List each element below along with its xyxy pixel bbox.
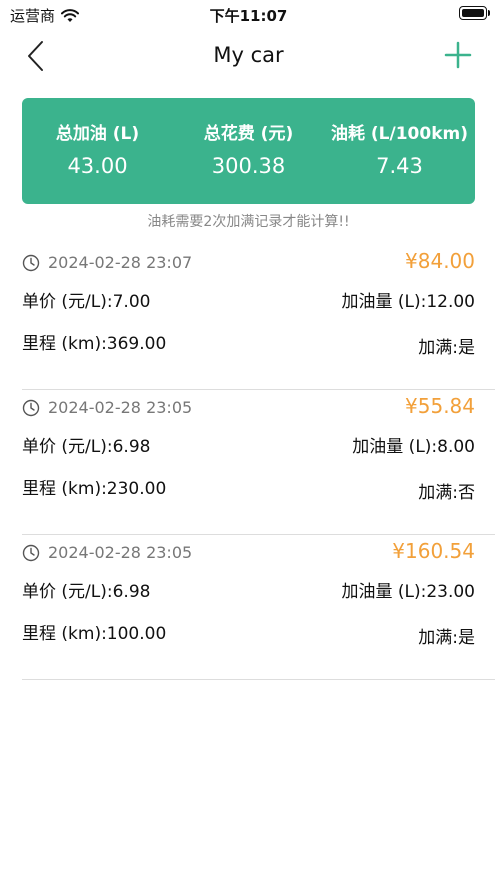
- clock-icon: [22, 399, 40, 416]
- list-item[interactable]: 2024-02-28 23:05 ¥55.84 单价 (元/L):6.98 加油…: [22, 390, 495, 535]
- summary-total-cost: 总花费 (元) 300.38: [173, 98, 324, 204]
- record-fuel-amount: 加油量 (L):8.00: [352, 437, 475, 457]
- summary-consumption: 油耗 (L/100km) 7.43: [324, 98, 475, 204]
- record-mileage: 里程 (km):100.00: [22, 624, 167, 644]
- record-unit-price: 单价 (元/L):6.98: [22, 437, 151, 457]
- record-unit-price: 单价 (元/L):7.00: [22, 292, 151, 312]
- summary-value: 300.38: [211, 154, 286, 178]
- clock-icon: [22, 254, 40, 271]
- summary-value: 43.00: [67, 154, 128, 178]
- record-fuel-amount: 加油量 (L):12.00: [341, 292, 475, 312]
- record-time: 2024-02-28 23:07: [48, 253, 193, 272]
- record-price: ¥84.00: [405, 249, 475, 273]
- summary-label: 总花费 (元): [203, 124, 294, 144]
- record-full-tank: 加满:否: [418, 483, 475, 503]
- summary-total-fuel: 总加油 (L) 43.00: [22, 98, 173, 204]
- divider: [22, 679, 495, 680]
- list-item[interactable]: 2024-02-28 23:07 ¥84.00 单价 (元/L):7.00 加油…: [22, 245, 495, 390]
- record-time: 2024-02-28 23:05: [48, 543, 193, 562]
- summary-value: 7.43: [376, 154, 423, 178]
- clock-icon: [22, 544, 40, 561]
- battery-icon: [459, 6, 490, 20]
- record-full-tank: 加满:是: [418, 338, 475, 358]
- record-mileage: 里程 (km):230.00: [22, 479, 167, 499]
- consumption-hint: 油耗需要2次加满记录才能计算!!: [147, 214, 350, 230]
- record-price: ¥160.54: [392, 539, 475, 563]
- add-record-button[interactable]: [443, 40, 473, 70]
- list-item[interactable]: 2024-02-28 23:05 ¥160.54 单价 (元/L):6.98 加…: [22, 535, 495, 680]
- page-title: My car: [213, 43, 284, 67]
- status-bar: 运营商 下午11:07: [0, 0, 497, 28]
- summary-label: 油耗 (L/100km): [330, 124, 468, 144]
- navigation-bar: My car: [0, 30, 497, 82]
- record-unit-price: 单价 (元/L):6.98: [22, 582, 151, 602]
- summary-card: 总加油 (L) 43.00 总花费 (元) 300.38 油耗 (L/100km…: [22, 98, 475, 204]
- record-time: 2024-02-28 23:05: [48, 398, 193, 417]
- status-time: 下午11:07: [209, 7, 288, 25]
- summary-label: 总加油 (L): [55, 124, 140, 144]
- record-price: ¥55.84: [405, 394, 475, 418]
- record-fuel-amount: 加油量 (L):23.00: [341, 582, 475, 602]
- plus-icon: [444, 41, 472, 69]
- record-full-tank: 加满:是: [418, 628, 475, 648]
- record-mileage: 里程 (km):369.00: [22, 334, 167, 354]
